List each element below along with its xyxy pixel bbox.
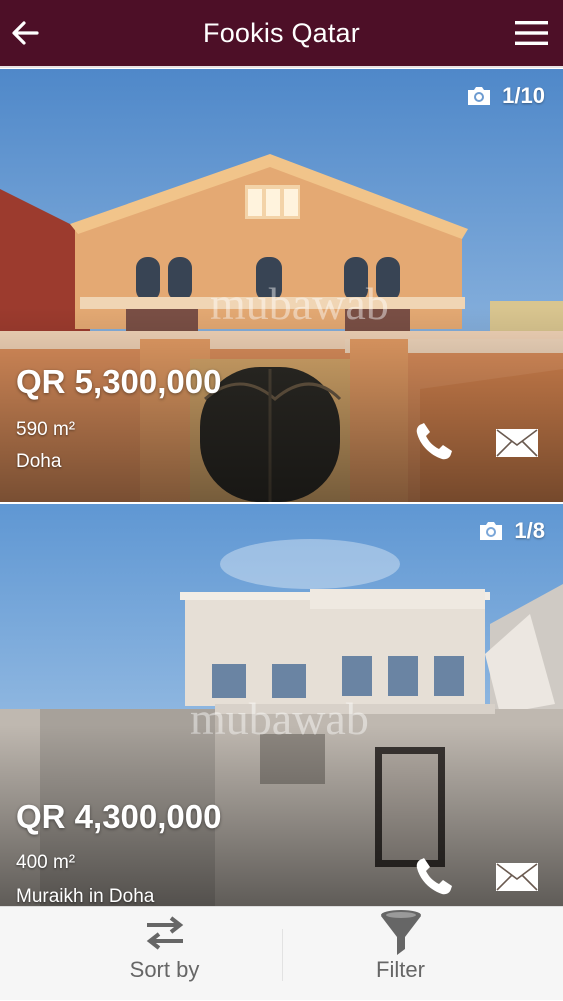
page-title: Fookis Qatar — [203, 18, 360, 48]
filter-label: Filter — [376, 957, 425, 982]
funnel-icon — [380, 910, 421, 955]
photo-count-text: 1/10 — [502, 83, 545, 108]
envelope-icon[interactable] — [495, 428, 539, 458]
listing-photo: mubawab — [0, 504, 563, 906]
listing-area: 400 m² — [16, 852, 76, 873]
photo-counter[interactable]: 1/8 — [478, 518, 545, 544]
listing-card[interactable]: mubawab 1/8 QR 4,300,000 400 m² Muraikh … — [0, 504, 563, 906]
listing-location: Muraikh in Doha — [16, 886, 155, 906]
phone-icon[interactable] — [413, 856, 455, 898]
hamburger-menu-icon[interactable] — [515, 20, 548, 46]
listing-price: QR 4,300,000 — [16, 798, 222, 835]
photo-counter[interactable]: 1/10 — [466, 83, 545, 109]
camera-icon — [468, 87, 491, 105]
envelope-icon[interactable] — [495, 862, 539, 892]
app-bar: Fookis Qatar — [0, 0, 563, 68]
listing-card[interactable]: mubawab 1/10 QR 5,300,000 590 m² Doha — [0, 69, 563, 502]
photo-count-text: 1/8 — [514, 518, 545, 543]
listing-location: Doha — [16, 451, 62, 472]
filter-button[interactable]: Filter — [260, 907, 541, 1001]
phone-icon[interactable] — [413, 421, 455, 463]
camera-icon — [480, 522, 503, 540]
listing-price: QR 5,300,000 — [16, 363, 222, 400]
listing-photo: mubawab — [0, 69, 563, 502]
listing-area: 590 m² — [16, 419, 76, 440]
bottom-action-bar: Sort by Filter — [0, 906, 563, 1000]
swap-arrows-icon — [146, 916, 183, 950]
